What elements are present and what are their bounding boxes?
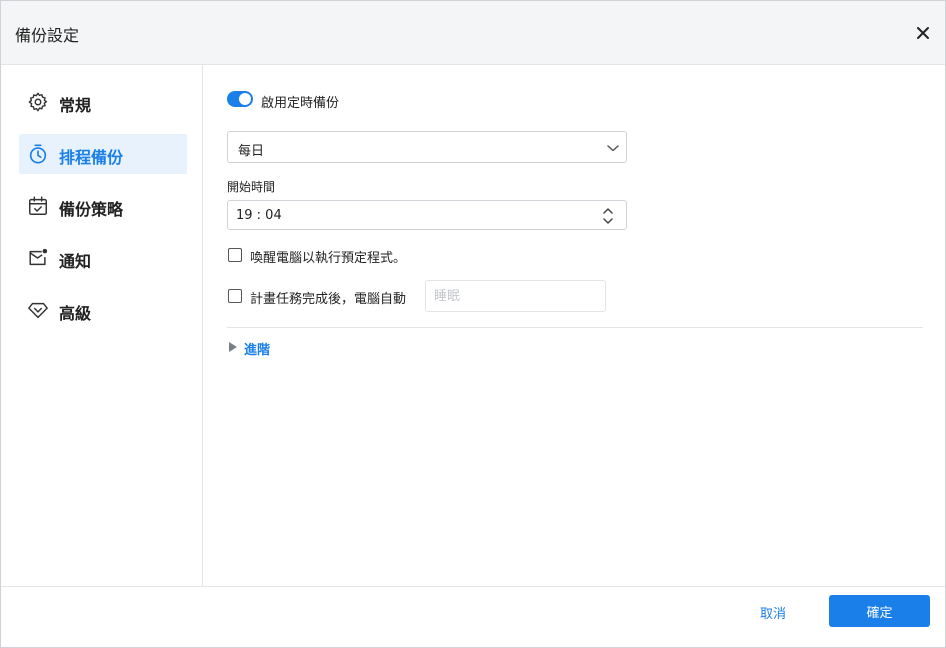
diamond-icon [28,302,48,319]
start-time-value: 19 : 04 [236,208,282,223]
sidebar-item-label: 高級 [59,304,92,323]
frequency-selected-value: 每日 [238,144,265,159]
cancel-button[interactable]: 取消 [739,596,807,628]
sidebar-item-notification[interactable]: 通知 [19,238,187,278]
enable-schedule-toggle[interactable] [227,91,253,107]
dialog-title: 備份設定 [15,26,80,45]
gear-icon [28,92,48,112]
timer-icon [29,144,47,164]
enable-schedule-label: 啟用定時備份 [261,96,340,111]
after-task-checkbox[interactable] [228,289,242,303]
ok-button[interactable]: 確定 [829,595,930,627]
after-task-action-field[interactable] [425,280,606,312]
calendar-check-icon [29,196,47,215]
up-down-spinner-icon[interactable] [602,206,614,226]
chevron-down-icon [607,145,619,152]
toggle-knob [239,93,251,105]
title-bar: 備份設定 [1,1,945,65]
sidebar-item-advanced[interactable]: 高級 [19,290,187,330]
after-task-action-input[interactable] [426,281,605,311]
sidebar-item-label: 排程備份 [59,148,124,167]
dialog-footer: 取消 確定 [1,586,945,647]
close-icon [917,27,929,39]
sidebar-item-label: 通知 [59,252,92,271]
after-task-label: 計畫任務完成後，電腦自動 [250,292,407,307]
section-divider [227,327,923,328]
mail-notification-icon [29,248,48,266]
caret-right-icon [229,342,237,352]
frequency-select[interactable]: 每日 [227,131,627,163]
advanced-label: 進階 [244,343,271,358]
sidebar-item-label: 常規 [59,96,92,115]
sidebar: 常規 排程備份 備份策略 通知 高級 [1,65,203,586]
sidebar-item-label: 備份策略 [59,200,124,219]
schedule-backup-panel: 啟用定時備份 每日 開始時間 19 : 04 喚醒電腦以執行預定程式。 計畫任務… [204,65,945,586]
close-button[interactable] [911,21,935,45]
start-time-label: 開始時間 [227,180,276,194]
start-time-input[interactable]: 19 : 04 [227,200,627,230]
backup-settings-dialog: 備份設定 常規 排程備份 備份策略 通知 高級 啟用定時備份 每日 開始時間 1… [0,0,946,648]
sidebar-item-general[interactable]: 常規 [19,82,187,122]
sidebar-item-backup-strategy[interactable]: 備份策略 [19,186,187,226]
wake-pc-label: 喚醒電腦以執行預定程式。 [250,251,407,266]
wake-pc-checkbox[interactable] [228,248,242,262]
sidebar-item-schedule-backup[interactable]: 排程備份 [19,134,187,174]
